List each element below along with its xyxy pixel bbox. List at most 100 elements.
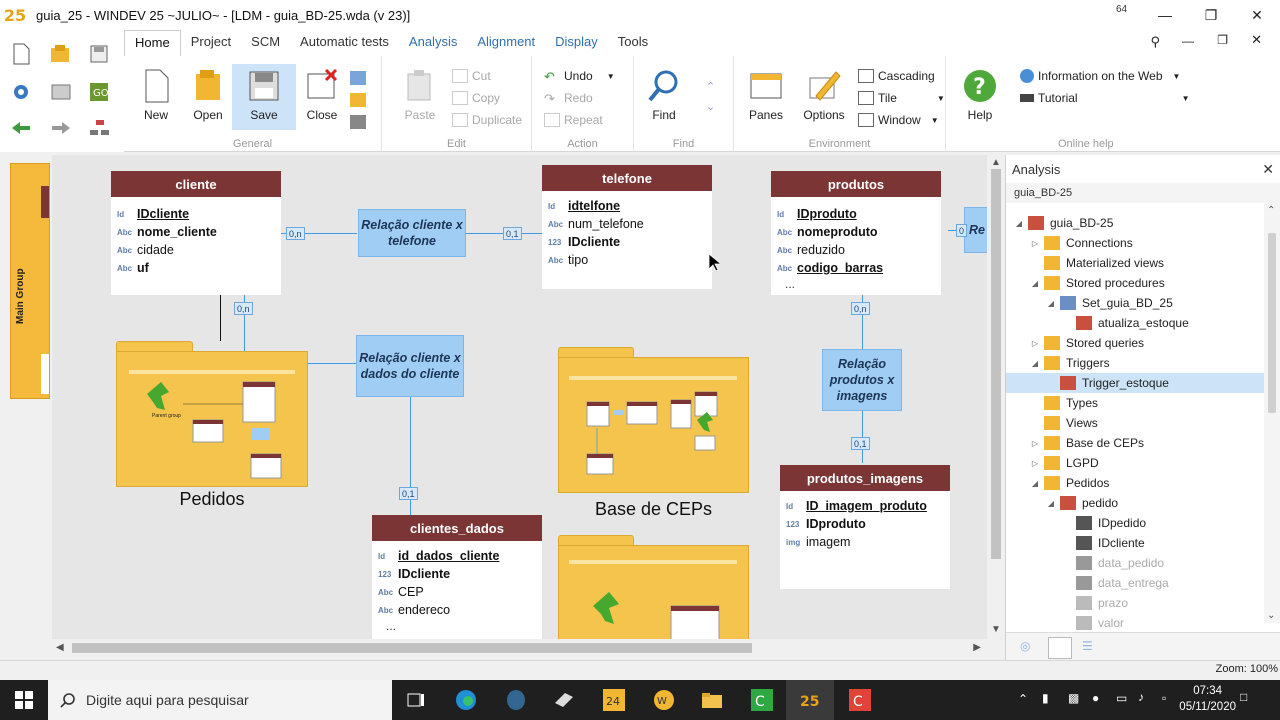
tab-scm[interactable]: SCM (241, 30, 290, 56)
maximize-button[interactable]: ❐ (1188, 0, 1234, 30)
panes-button[interactable]: Panes (738, 64, 794, 130)
field-row[interactable]: Id IDcliente (111, 205, 281, 223)
help-button[interactable]: ? Help (952, 64, 1008, 130)
tree-expander-icon[interactable]: ◢ (1030, 279, 1040, 288)
relation-produtos-imagens[interactable]: Relação produtos x imagens (822, 349, 902, 411)
tree-expander-icon[interactable]: ▷ (1030, 439, 1040, 448)
undo-button[interactable]: ↶ Undo ▼ (544, 66, 615, 86)
entity-cliente[interactable]: cliente Id IDcliente Abc nome_cliente Abc c… (111, 171, 281, 295)
tree-item[interactable]: prazo (1006, 593, 1264, 613)
tree-expander-icon[interactable]: ▷ (1030, 339, 1040, 348)
postgresql-icon[interactable] (502, 686, 530, 714)
ldm-canvas[interactable]: cliente Id IDcliente Abc nome_cliente Abc c… (52, 155, 987, 639)
camtasia-red-icon[interactable]: C (846, 686, 874, 714)
hierarchy-icon[interactable] (82, 114, 116, 142)
scroll-right-icon[interactable]: ▶ (973, 642, 981, 653)
tree-item[interactable]: Trigger_estoque (1006, 373, 1264, 393)
open-folder-icon[interactable] (44, 40, 78, 68)
field-row[interactable]: Abc reduzido (771, 241, 941, 259)
close-panel-icon[interactable]: ✕ (1262, 161, 1274, 178)
tree-item[interactable]: ▷ Base de CEPs (1006, 433, 1264, 453)
share-icon[interactable] (350, 68, 370, 88)
field-row[interactable]: img imagem (780, 533, 950, 551)
cascading-button[interactable]: Cascading (858, 66, 935, 86)
repeat-button[interactable]: Repeat (544, 110, 603, 130)
generate-go-icon[interactable]: GO (82, 78, 116, 106)
tree-expander-icon[interactable]: ◢ (1030, 479, 1040, 488)
notifications-icon[interactable]: □ (1240, 690, 1247, 704)
tree-item[interactable]: ◢ Triggers (1006, 353, 1264, 373)
tree-expander-icon[interactable]: ◢ (1046, 299, 1056, 308)
ribbon-minimize-icon[interactable]: — (1182, 34, 1194, 48)
tree-item[interactable]: Views (1006, 413, 1264, 433)
horizontal-scroll-thumb[interactable] (72, 643, 752, 653)
window-button[interactable]: Window ▼ (858, 110, 939, 130)
field-row[interactable]: 123 IDproduto (780, 515, 950, 533)
field-row[interactable]: Id id_dados_cliente (372, 547, 542, 565)
tree-expander-icon[interactable]: ◢ (1030, 359, 1040, 368)
search-icon[interactable]: ⚲ (1150, 34, 1160, 50)
tree-expander-icon[interactable]: ◢ (1046, 499, 1056, 508)
redo-button[interactable]: ↷ Redo (544, 88, 593, 108)
windev-24-icon[interactable]: 24 (600, 686, 628, 714)
task-view-icon[interactable] (402, 686, 430, 714)
analysis-view-icon[interactable]: ◎ (1020, 639, 1030, 653)
field-row[interactable]: Abc codigo_barras (771, 259, 941, 277)
windows-start-icon[interactable] (0, 680, 48, 720)
tree-item[interactable]: data_pedido (1006, 553, 1264, 573)
tree-item[interactable]: ◢ Pedidos (1006, 473, 1264, 493)
taskbar-clock[interactable]: 07:34 05/11/2020 (1179, 683, 1236, 715)
tile-button[interactable]: Tile ▼ (858, 88, 945, 108)
tab-project[interactable]: Project (181, 30, 241, 56)
forward-arrow-icon[interactable] (44, 114, 78, 142)
scroll-down-icon[interactable]: ⌄ (1267, 610, 1275, 621)
info-web-button[interactable]: Information on the Web ▼ (1020, 66, 1180, 86)
tree-item[interactable]: Types (1006, 393, 1264, 413)
relation-partial[interactable]: Re (964, 207, 987, 253)
field-row[interactable]: Abc CEP (372, 583, 542, 601)
main-group-folder[interactable]: Main Group (10, 163, 50, 399)
webdev-icon[interactable]: W (650, 686, 678, 714)
tree-item[interactable]: IDcliente (1006, 533, 1264, 553)
ribbon-close-icon[interactable]: ✕ (1251, 32, 1262, 48)
tree-item[interactable]: ◢ guia_BD-25 (1006, 213, 1264, 233)
settings-gear-icon[interactable] (4, 78, 38, 106)
windev-25-icon[interactable]: 25 (796, 686, 824, 714)
tray-security-icon[interactable]: ● (1092, 691, 1099, 705)
cut-button[interactable]: Cut (452, 66, 491, 86)
tray-chevron-icon[interactable]: ⌃ (1018, 692, 1028, 706)
find-previous-icon[interactable]: ⌃ (706, 76, 715, 96)
tray-volume-icon[interactable]: ♪ (1138, 690, 1144, 704)
tree-item[interactable]: ▷ Connections (1006, 233, 1264, 253)
tree-item[interactable]: data_entrega (1006, 573, 1264, 593)
field-row[interactable]: Abc endereco (372, 601, 542, 619)
minimize-button[interactable]: — (1142, 0, 1188, 30)
export-icon[interactable] (350, 90, 370, 110)
panel-scroll-thumb[interactable] (1268, 233, 1276, 413)
tab-automatic-tests[interactable]: Automatic tests (290, 30, 399, 56)
group-folder-lgpd[interactable] (558, 535, 749, 639)
field-row[interactable]: Abc nomeproduto (771, 223, 941, 241)
layers-icon[interactable]: ☰ (1082, 639, 1093, 653)
ribbon-restore-icon[interactable]: ❐ (1217, 33, 1228, 47)
entity-produtos[interactable]: produtos Id IDproduto Abc nomeproduto Abc r… (771, 171, 941, 295)
canvas-vertical-scrollbar[interactable]: ▲ ▼ (987, 155, 1005, 639)
tree-item[interactable]: ▷ Stored queries (1006, 333, 1264, 353)
entity-telefone[interactable]: telefone Id idtelfone Abc num_telefone 123… (542, 165, 712, 289)
tab-tools[interactable]: Tools (608, 30, 658, 56)
field-row[interactable]: Abc cidade (111, 241, 281, 259)
field-row[interactable]: Abc nome_cliente (111, 223, 281, 241)
options-button[interactable]: Options (796, 64, 852, 130)
field-row[interactable]: Id idtelfone (542, 197, 712, 215)
paste-button[interactable]: Paste (392, 64, 448, 130)
entity-clientes-dados[interactable]: clientes_dados Id id_dados_cliente 123 IDc… (372, 515, 542, 639)
save-button[interactable]: Save (232, 64, 296, 130)
canvas-horizontal-scrollbar[interactable]: ◀ ▶ (52, 639, 987, 657)
group-folder-base-ceps[interactable]: Base de CEPs (558, 347, 749, 519)
pgadmin-icon[interactable] (550, 686, 578, 714)
close-window-button[interactable]: ✕ (1234, 0, 1280, 30)
find-button[interactable]: Find (636, 64, 692, 130)
back-arrow-icon[interactable] (4, 114, 38, 142)
scroll-down-icon[interactable]: ▼ (991, 624, 1001, 635)
diagram-view-icon[interactable] (1048, 637, 1072, 659)
